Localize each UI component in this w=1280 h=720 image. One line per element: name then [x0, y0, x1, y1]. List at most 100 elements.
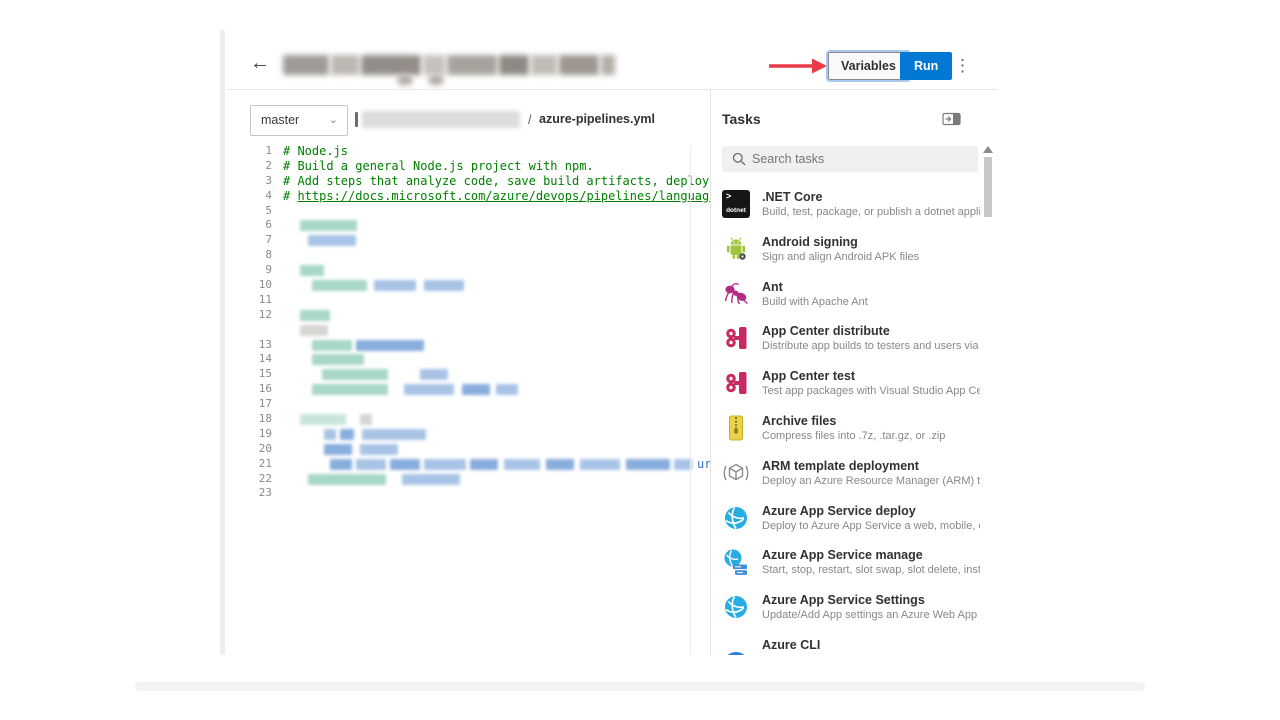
- run-button[interactable]: Run: [900, 52, 952, 80]
- task-name: ARM template deployment: [762, 459, 980, 473]
- line-number: 12: [226, 308, 272, 323]
- task-list-item[interactable]: App Center distribute Distribute app buil…: [710, 324, 990, 368]
- task-list-item[interactable]: App Center testTest app packages with Vi…: [710, 369, 990, 413]
- editor-overview-ruler: [690, 146, 691, 655]
- redacted-code-block: [360, 444, 398, 455]
- task-list-item[interactable]: Android signingSign and align Android AP…: [710, 235, 990, 279]
- redacted-code-block: [390, 459, 420, 470]
- task-description: Sign and align Android APK files: [762, 251, 980, 263]
- variables-button[interactable]: Variables: [828, 52, 909, 80]
- line-number: 23: [226, 486, 272, 501]
- more-options-icon[interactable]: ⋮: [954, 53, 971, 79]
- redacted-code-block: [424, 459, 466, 470]
- line-number: 13: [226, 338, 272, 353]
- task-list-item[interactable]: ARM template deployment Deploy an Azure R…: [710, 459, 990, 503]
- code-line[interactable]: 23: [226, 486, 710, 501]
- task-list-item[interactable]: Azure App Service deployDeploy to Azure …: [710, 504, 990, 548]
- code-line[interactable]: 1# Node.js: [226, 144, 710, 159]
- appcenter-icon: [722, 324, 750, 352]
- code-line[interactable]: 9: [226, 263, 710, 278]
- code-link[interactable]: https://docs.microsoft.com/azure/devops/…: [297, 189, 710, 203]
- code-line[interactable]: 18: [226, 412, 710, 427]
- redaction-block: [499, 55, 529, 75]
- redacted-code-block: [312, 354, 364, 365]
- code-token: url: [697, 457, 710, 472]
- redacted-code-block: [360, 414, 372, 425]
- code-comment-text: # https://docs.microsoft.com/azure/devop…: [283, 189, 710, 204]
- task-name: Ant: [762, 280, 980, 294]
- bottom-bar-redacted: [135, 682, 1145, 691]
- redacted-code-block: [496, 384, 518, 395]
- code-line[interactable]: 4 # https://docs.microsoft.com/azure/devo…: [226, 189, 710, 204]
- task-name: App Center distribute: [762, 324, 980, 338]
- search-tasks-input[interactable]: Search tasks: [722, 146, 978, 172]
- task-name: Azure App Service Settings: [762, 593, 980, 607]
- code-line[interactable]: 8: [226, 248, 710, 263]
- branch-selector[interactable]: master ⌄: [250, 105, 348, 136]
- redacted-code-block: [300, 310, 330, 321]
- task-list-item[interactable]: Azure App Service manageStart, stop, res…: [710, 548, 990, 592]
- azure-globe-icon: [722, 504, 750, 532]
- tasks-panel-title: Tasks: [722, 111, 761, 127]
- code-line[interactable]: 20: [226, 442, 710, 457]
- branch-selected-label: master: [261, 113, 299, 127]
- code-line[interactable]: 14: [226, 352, 710, 367]
- line-number: 11: [226, 293, 272, 308]
- page-scrollbar[interactable]: [220, 30, 225, 655]
- line-number: 10: [226, 278, 272, 293]
- line-number: 4: [226, 189, 272, 204]
- appcenter-icon: [722, 369, 750, 397]
- redacted-code-block: [340, 429, 354, 440]
- scroll-up-arrow-icon[interactable]: [983, 146, 993, 153]
- task-description: Distribute app builds to testers and use…: [762, 340, 980, 352]
- filename-label: azure-pipelines.yml: [539, 112, 655, 126]
- redaction-block: [398, 75, 412, 85]
- collapse-panel-icon[interactable]: [942, 112, 962, 126]
- task-list-item[interactable]: Azure CLI: [710, 638, 990, 655]
- tasks-scrollbar[interactable]: [984, 157, 992, 217]
- yaml-code-editor[interactable]: 1# Node.js2# Build a general Node.js pro…: [226, 144, 710, 655]
- redaction-block: [531, 55, 557, 75]
- code-line[interactable]: 2# Build a general Node.js project with …: [226, 159, 710, 174]
- redacted-code-block: [324, 444, 352, 455]
- task-description: Build with Apache Ant: [762, 296, 980, 308]
- task-list-item[interactable]: Archive filesCompress files into .7z, .t…: [710, 414, 990, 458]
- code-line[interactable]: 22: [226, 472, 710, 487]
- repo-path-redacted: [362, 111, 520, 128]
- redacted-code-block: [546, 459, 574, 470]
- redacted-code-block: [424, 280, 464, 291]
- code-line[interactable]: [226, 323, 710, 338]
- code-line[interactable]: 21url: [226, 457, 710, 472]
- code-line[interactable]: 13: [226, 338, 710, 353]
- page-title-redacted: [283, 55, 615, 87]
- arm-icon: [722, 459, 750, 487]
- code-line[interactable]: 7: [226, 233, 710, 248]
- code-line[interactable]: 3# Add steps that analyze code, save bui…: [226, 174, 710, 189]
- code-line[interactable]: 10: [226, 278, 710, 293]
- task-description: Test app packages with Visual Studio App…: [762, 385, 980, 397]
- redaction-block: [429, 75, 443, 85]
- code-line[interactable]: 15: [226, 367, 710, 382]
- back-arrow-icon[interactable]: ←: [250, 52, 270, 75]
- code-line[interactable]: 16: [226, 382, 710, 397]
- task-list-item[interactable]: Ant Build with Apache Ant: [710, 280, 990, 324]
- task-description: Deploy an Azure Resource Manager (ARM) t…: [762, 475, 980, 487]
- code-line[interactable]: 5: [226, 204, 710, 219]
- redaction-block: [283, 55, 329, 75]
- code-line[interactable]: 6: [226, 218, 710, 233]
- task-name: Azure App Service manage: [762, 548, 980, 562]
- task-list-item[interactable]: >dotnet.NET CoreBuild, test, package, or…: [710, 190, 990, 234]
- redacted-code-block: [330, 459, 352, 470]
- code-line[interactable]: 12: [226, 308, 710, 323]
- redacted-code-block: [374, 280, 416, 291]
- task-list-item[interactable]: Azure App Service SettingsUpdate/Add App…: [710, 593, 990, 637]
- task-name: Azure App Service deploy: [762, 504, 980, 518]
- azure-cli-icon: [722, 638, 750, 655]
- line-number: 22: [226, 472, 272, 487]
- redacted-code-block: [300, 265, 324, 276]
- line-number: 2: [226, 159, 272, 174]
- code-line[interactable]: 19: [226, 427, 710, 442]
- code-line[interactable]: 11: [226, 293, 710, 308]
- code-line[interactable]: 17: [226, 397, 710, 412]
- redacted-code-block: [626, 459, 670, 470]
